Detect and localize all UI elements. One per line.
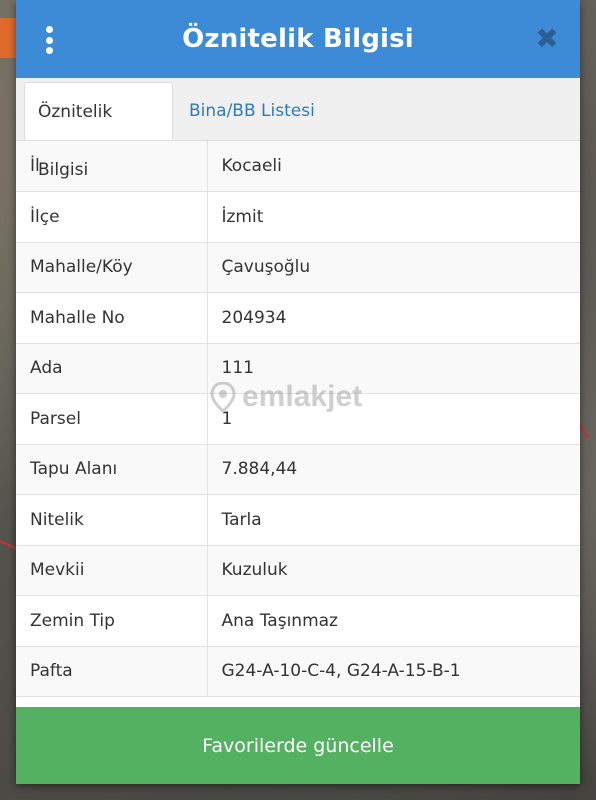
table-row: İlçe İzmit <box>16 191 580 243</box>
attribute-value: 7.884,44 <box>207 444 580 495</box>
attribute-value: Çavuşoğlu <box>207 242 580 293</box>
map-feature <box>0 18 16 58</box>
table-row: Pafta G24-A-10-C-4, G24-A-15-B-1 <box>16 646 580 697</box>
attribute-key: Mevkii <box>16 545 208 596</box>
attribute-value: İzmit <box>207 191 580 243</box>
tab-bar: Öznitelik Bilgisi Bina/BB Listesi <box>16 78 580 180</box>
dialog-header: Öznitelik Bilgisi ✖ <box>16 0 580 78</box>
attribute-info-dialog: Öznitelik Bilgisi ✖ Öznitelik Bilgisi Bi… <box>16 0 580 784</box>
attribute-value: G24-A-10-C-4, G24-A-15-B-1 <box>207 646 580 697</box>
attribute-key: Nitelik <box>16 494 208 546</box>
table-row: Ada 111 <box>16 343 580 394</box>
table-row: Nitelik Tarla <box>16 494 580 546</box>
tab-building-list[interactable]: Bina/BB Listesi <box>176 82 328 140</box>
table-row: Mahalle/Köy Çavuşoğlu <box>16 242 580 293</box>
more-options-icon[interactable] <box>44 26 54 54</box>
attribute-value: Ana Taşınmaz <box>207 595 580 647</box>
attribute-value: Tarla <box>207 494 580 546</box>
dialog-title: Öznitelik Bilgisi <box>182 24 414 54</box>
attribute-value: 204934 <box>207 292 580 344</box>
attribute-key: Zemin Tip <box>16 595 208 647</box>
attribute-key: İlçe <box>16 191 208 243</box>
table-row: İl Kocaeli <box>16 141 580 192</box>
attribute-table: İl Kocaeli İlçe İzmit Mahalle/Köy Çavuşo… <box>16 141 580 697</box>
attribute-value: 1 <box>207 393 580 445</box>
table-row: Mevkii Kuzuluk <box>16 545 580 596</box>
attribute-value: 111 <box>207 343 580 394</box>
attribute-key: Parsel <box>16 393 208 445</box>
attribute-value: Kuzuluk <box>207 545 580 596</box>
table-row: Parsel 1 <box>16 393 580 445</box>
table-row: Mahalle No 204934 <box>16 292 580 344</box>
close-icon[interactable]: ✖ <box>532 24 562 54</box>
attribute-key: Pafta <box>16 646 208 697</box>
update-favorites-button[interactable]: Favorilerde güncelle <box>16 707 580 784</box>
table-row: Zemin Tip Ana Taşınmaz <box>16 595 580 647</box>
attribute-key: Mahalle No <box>16 292 208 344</box>
table-row: Tapu Alanı 7.884,44 <box>16 444 580 495</box>
attribute-key: Ada <box>16 343 208 394</box>
attribute-key: Mahalle/Köy <box>16 242 208 293</box>
tab-attribute-info[interactable]: Öznitelik Bilgisi <box>24 82 173 180</box>
attribute-value: Kocaeli <box>207 141 580 192</box>
attribute-key: Tapu Alanı <box>16 444 208 495</box>
